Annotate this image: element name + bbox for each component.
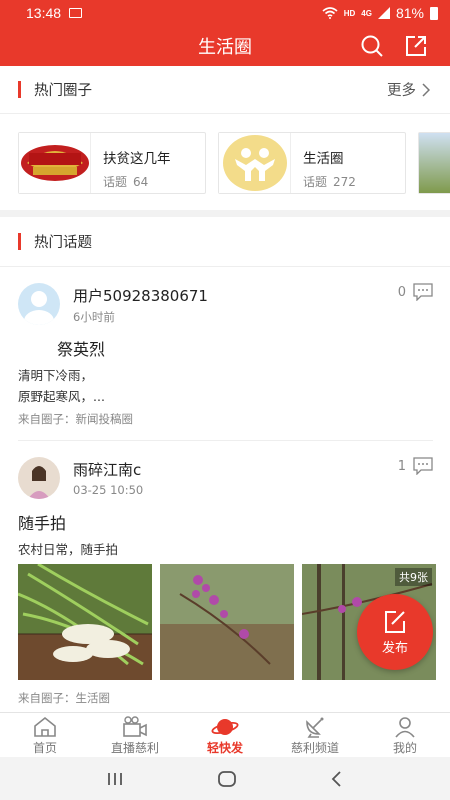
nav-label: 轻快发 [206,741,243,755]
search-icon[interactable] [360,34,384,58]
nav-channel[interactable]: 慈利频道 [270,713,360,757]
section-accent-bar [18,81,21,98]
battery-icon [430,6,438,20]
post-image-flowers[interactable] [160,564,294,680]
network-type: HD [343,8,356,18]
post-time: 6小时前 [73,310,115,324]
user-icon [395,717,415,738]
nav-label: 首页 [32,741,57,755]
more-label: 更多 [387,83,416,99]
nav-label: 我的 [392,741,417,755]
circle-name: 生活圈 [303,151,344,167]
post-username[interactable]: 用户50928380671 [73,285,208,306]
section-divider [0,210,450,217]
post-source-circle[interactable]: 来自圈子：新闻投稿圈 [18,411,133,427]
circle-thumbnail [19,133,91,193]
circle-count-label: 话题 [103,175,128,189]
avatar[interactable] [18,457,60,499]
app-header: 生活圈 [0,26,450,66]
signal-type: 4G [361,8,372,18]
post-source-circle[interactable]: 来自圈子：生活圈 [18,690,110,706]
circle-card-partial[interactable] [418,132,450,194]
hot-topics-header: 热门话题 [0,217,450,267]
circle-card-poverty[interactable]: 扶贫这几年 话题 64 [18,132,206,194]
comment-icon[interactable] [413,457,433,475]
section-accent-bar [18,233,21,250]
more-button[interactable]: 更多 [387,79,430,100]
post-title: 随手拍 [18,514,67,533]
post-image-scallions[interactable] [18,564,152,680]
post-card[interactable]: 雨碎江南c 03-25 10:50 1 随手拍 农村日常，随手拍 共9张 来自圈… [18,457,436,712]
hot-circles-list: 扶贫这几年 话题 64 生活圈 话题 272 [0,115,450,210]
status-time: 13:48 [26,5,62,21]
page-title: 生活圈 [198,37,252,58]
live-camera-icon [123,716,147,737]
hot-topics-title: 热门话题 [34,235,92,251]
recent-apps-icon[interactable] [106,771,124,787]
nav-profile[interactable]: 我的 [360,713,450,757]
circle-thumbnail [219,133,291,193]
circle-card-life[interactable]: 生活圈 话题 272 [218,132,406,194]
post-title: 祭英烈 [57,340,106,359]
nav-quick-post[interactable]: 轻快发 [180,713,270,757]
image-notification-icon [69,8,83,18]
comment-count: 0 [397,285,406,300]
chevron-right-icon [422,82,430,97]
satellite-dish-icon [306,717,324,738]
post-body-line: 原野起寒风，... [18,389,105,404]
circle-count-label: 话题 [303,175,328,189]
nav-label: 直播慈利 [110,741,159,755]
circle-count: 64 [133,175,149,189]
post-body: 农村日常，随手拍 [18,542,119,557]
bottom-navigation: 首页 直播慈利 轻快发 慈利频道 我的 [0,712,450,757]
share-icon[interactable] [404,34,428,58]
nav-live[interactable]: 直播慈利 [90,713,180,757]
planet-icon [211,719,239,735]
back-icon[interactable] [330,770,344,788]
publish-label: 发布 [381,640,408,656]
home-icon [34,716,56,737]
comment-count: 1 [397,459,406,474]
nav-home[interactable]: 首页 [0,713,90,757]
edit-icon [385,610,405,633]
post-body-line: 清明下冷雨， [18,368,94,383]
circle-count: 272 [333,175,356,189]
avatar[interactable] [18,283,60,325]
post-username[interactable]: 雨碎江南c [73,459,141,480]
publish-button[interactable]: 发布 [357,594,433,670]
nav-label: 慈利频道 [290,741,339,755]
image-count-badge: 共9张 [395,568,432,586]
signal-icon [377,7,390,19]
battery-percent: 81% [395,5,424,21]
circle-name: 扶贫这几年 [103,151,171,167]
hot-circles-title: 热门圈子 [34,83,92,99]
life-circle-logo-image [223,135,287,191]
status-bar: 13:48 HD 4G 81% [0,0,450,26]
circle-thumbnail [419,133,450,193]
wifi-icon [322,7,338,19]
comment-icon[interactable] [413,283,433,301]
poverty-logo-image [21,145,89,181]
system-navigation-bar [0,757,450,800]
hot-circles-header: 热门圈子 更多 [0,66,450,114]
post-card[interactable]: 用户50928380671 6小时前 0 祭英烈 清明下冷雨， 原野起寒风，..… [18,283,433,441]
post-time: 03-25 10:50 [73,483,144,497]
home-button-icon[interactable] [217,770,237,788]
